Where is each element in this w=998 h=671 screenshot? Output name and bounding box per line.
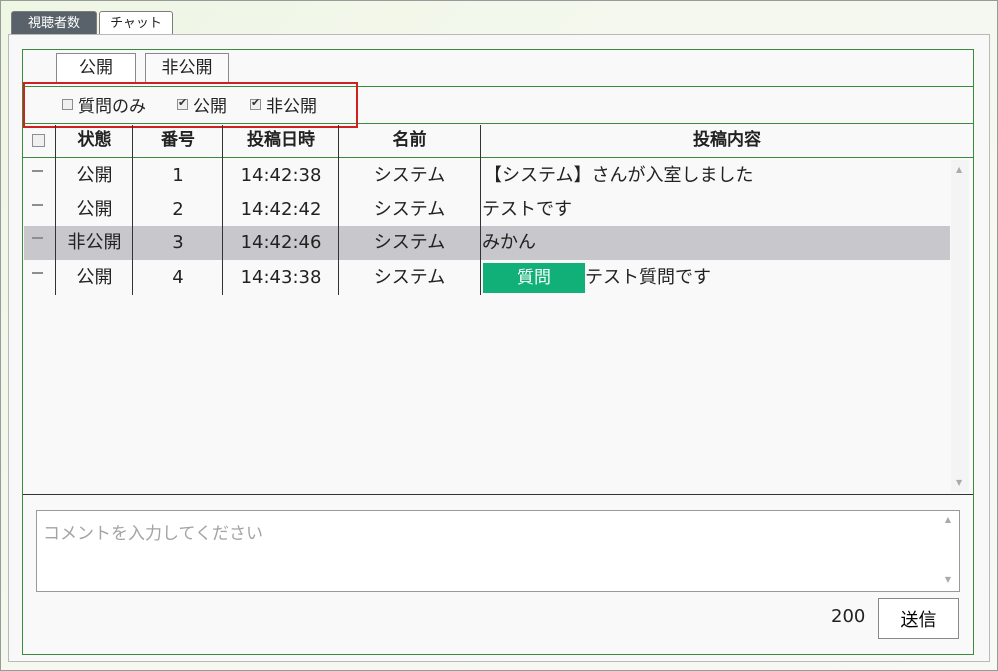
public-checkbox[interactable] bbox=[177, 96, 188, 110]
table-row[interactable]: 公開 4 14:43:38 システム 質問 テスト質問です bbox=[24, 261, 950, 295]
row-checkbox[interactable] bbox=[32, 237, 43, 239]
row-number: 2 bbox=[172, 199, 184, 220]
row-checkbox[interactable] bbox=[32, 204, 43, 206]
row-content: 質問 テスト質問です bbox=[483, 261, 949, 295]
column-divider bbox=[132, 125, 133, 295]
row-content: みかん bbox=[482, 232, 536, 253]
header-time[interactable]: 投稿日時 bbox=[223, 125, 339, 158]
row-number: 1 bbox=[172, 165, 184, 186]
scroll-up-icon[interactable]: ▲ bbox=[956, 165, 962, 174]
list-divider bbox=[23, 494, 973, 495]
list-scrollbar[interactable] bbox=[951, 160, 969, 492]
row-name: システム bbox=[373, 165, 446, 186]
column-divider bbox=[222, 125, 223, 295]
row-number: 4 bbox=[172, 267, 184, 288]
comment-scroll-up-icon[interactable]: ▲ bbox=[945, 515, 951, 524]
character-counter: 200 bbox=[831, 606, 866, 627]
column-divider bbox=[480, 125, 481, 295]
table-row[interactable]: 非公開 3 14:42:46 システム みかん bbox=[24, 226, 950, 260]
send-button[interactable]: 送信 bbox=[878, 598, 959, 639]
filter-private[interactable]: 非公開 bbox=[250, 93, 317, 117]
select-all-checkbox[interactable] bbox=[32, 134, 45, 147]
header-content[interactable]: 投稿内容 bbox=[481, 125, 973, 158]
scroll-down-icon[interactable]: ▼ bbox=[956, 478, 962, 487]
comment-scroll-down-icon[interactable]: ▼ bbox=[945, 575, 951, 584]
tab-chat[interactable]: チャット bbox=[99, 11, 173, 36]
filter-bar bbox=[23, 86, 973, 124]
row-checkbox[interactable] bbox=[32, 170, 43, 172]
header-number[interactable]: 番号 bbox=[133, 125, 223, 158]
header-status[interactable]: 状態 bbox=[56, 125, 133, 158]
private-checkbox[interactable] bbox=[250, 96, 261, 110]
filter-public[interactable]: 公開 bbox=[177, 93, 227, 117]
private-label: 非公開 bbox=[266, 96, 317, 117]
row-time: 14:42:42 bbox=[240, 199, 322, 220]
row-content-text: テスト質問です bbox=[585, 267, 711, 288]
row-name: システム bbox=[373, 267, 446, 288]
row-status: 公開 bbox=[76, 199, 113, 220]
public-label: 公開 bbox=[193, 96, 227, 117]
tab-viewers[interactable]: 視聴者数 bbox=[11, 11, 97, 35]
row-content: テストです bbox=[482, 199, 572, 220]
filter-tab-private[interactable]: 非公開 bbox=[145, 53, 229, 83]
row-time: 14:42:38 bbox=[240, 165, 322, 186]
table-row[interactable]: 公開 1 14:42:38 システム 【システム】さんが入室しました bbox=[24, 159, 950, 193]
row-number: 3 bbox=[172, 232, 184, 253]
row-status: 公開 bbox=[76, 267, 113, 288]
row-checkbox[interactable] bbox=[32, 272, 43, 274]
column-divider bbox=[55, 125, 56, 295]
row-time: 14:42:46 bbox=[240, 232, 322, 253]
column-divider bbox=[338, 125, 339, 295]
row-name: システム bbox=[373, 199, 446, 220]
filter-questions-only[interactable]: 質問のみ bbox=[62, 93, 146, 117]
row-time: 14:43:38 bbox=[240, 267, 322, 288]
row-status: 公開 bbox=[76, 165, 113, 186]
questions-only-label: 質問のみ bbox=[78, 96, 146, 117]
row-content: 【システム】さんが入室しました bbox=[484, 165, 754, 186]
comment-input[interactable] bbox=[37, 511, 937, 591]
row-name: システム bbox=[373, 232, 446, 253]
filter-tab-public[interactable]: 公開 bbox=[56, 53, 136, 84]
row-status: 非公開 bbox=[67, 232, 122, 253]
comment-box: ▲ ▼ bbox=[36, 510, 960, 592]
questions-only-checkbox[interactable] bbox=[62, 98, 73, 110]
header-name[interactable]: 名前 bbox=[339, 125, 480, 158]
question-badge: 質問 bbox=[483, 263, 585, 293]
table-row[interactable]: 公開 2 14:42:42 システム テストです bbox=[24, 193, 950, 227]
